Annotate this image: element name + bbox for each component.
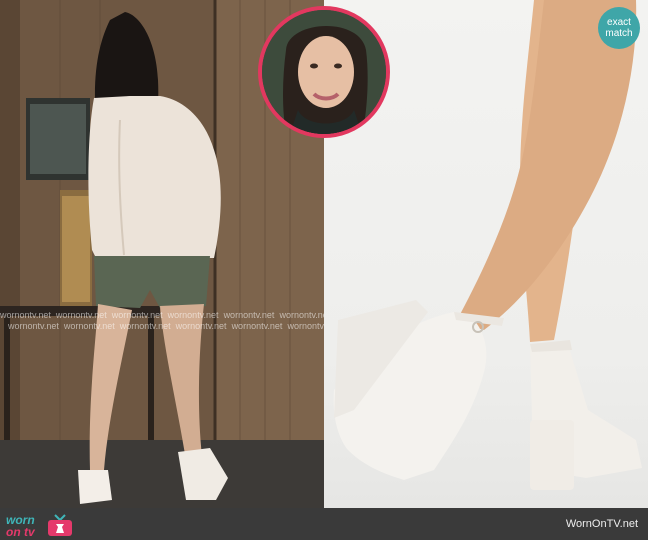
tv-icon <box>48 514 72 536</box>
watermark-text: wornontv.net <box>175 321 227 331</box>
badge-line-2: match <box>605 28 633 39</box>
watermark-text: wornontv.net <box>8 321 59 331</box>
watermark-text: wornontv.net <box>111 310 163 320</box>
watermark-text: wornontv.net <box>55 310 107 320</box>
watermark-text: wornontv.net <box>167 310 219 320</box>
footer-bar: worn on tv WornOnTV.net <box>0 508 648 540</box>
watermark-text: wornontv.net <box>279 310 324 320</box>
watermark-band: wornontv.net wornontv.net wornontv.net w… <box>0 310 324 332</box>
portrait-illustration <box>262 10 386 134</box>
watermark-text: wornontv.net <box>63 321 115 331</box>
exact-match-badge: exact match <box>598 7 640 49</box>
watermark-text: wornontv.net <box>231 321 283 331</box>
outfit-collage: wornontv.net wornontv.net wornontv.net w… <box>0 0 648 540</box>
watermark-text: wornontv.net <box>119 321 171 331</box>
logo-word-on-tv: on tv <box>6 525 35 539</box>
site-credit: WornOnTV.net <box>565 518 638 530</box>
watermark-text: wornontv.net <box>287 321 324 331</box>
watermark-text: wornontv.net <box>223 310 275 320</box>
character-portrait <box>258 6 390 138</box>
badge-line-1: exact <box>607 17 631 28</box>
watermark-text: wornontv.net <box>0 310 51 320</box>
wornontv-logo: worn on tv <box>4 512 82 540</box>
